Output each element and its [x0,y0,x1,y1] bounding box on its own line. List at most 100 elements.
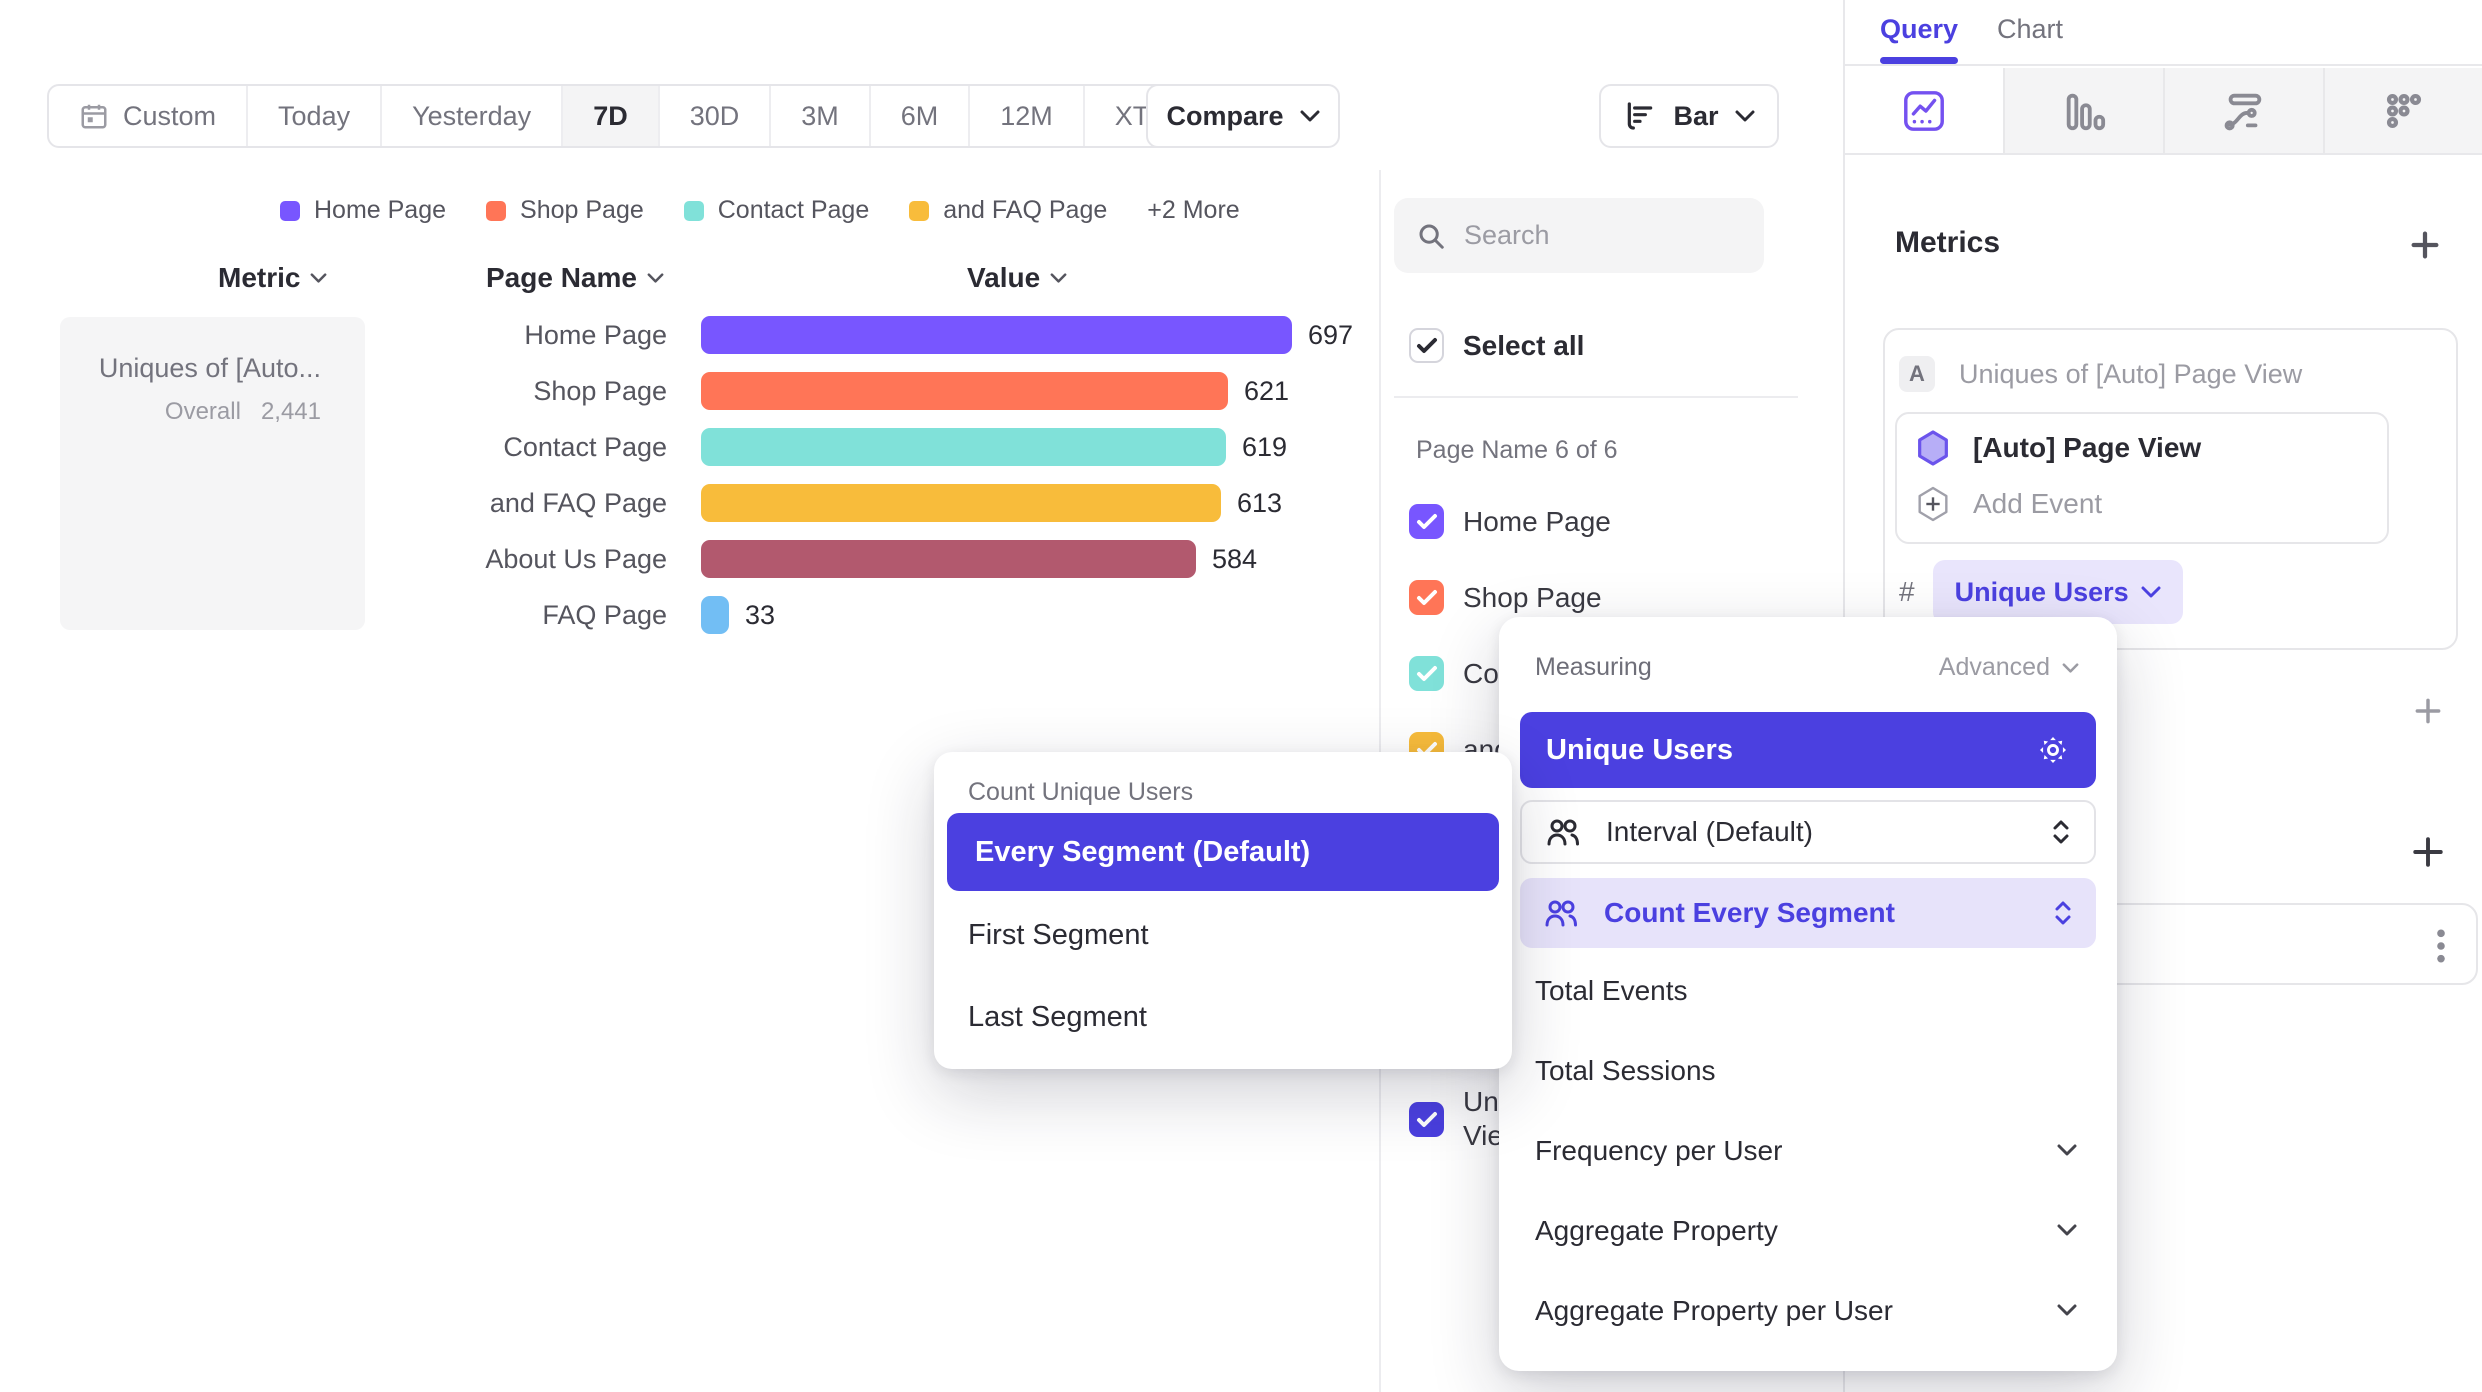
legend-swatch [684,201,704,221]
column-header-metric[interactable]: Metric [218,262,327,294]
event-row[interactable]: [Auto] Page View [1917,430,2387,466]
column-header-value[interactable]: Value [967,262,1067,294]
advanced-toggle[interactable]: Advanced [1939,653,2079,682]
select-all-checkbox[interactable] [1409,328,1444,363]
bar-and-faq-page[interactable] [701,484,1221,522]
metric-card[interactable]: A Uniques of [Auto] Page View [Auto] Pag… [1883,328,2458,650]
search-input[interactable] [1464,220,1734,251]
menu-item-total-events[interactable]: Total Events [1535,975,1688,1007]
users-icon [1544,898,1578,928]
overall-value: 2,441 [261,398,321,425]
chevron-down-icon [2057,1224,2077,1236]
row-label: FAQ Page [365,600,667,631]
table-row[interactable]: and FAQ Page 613 [365,484,1282,522]
date-range-selector: Custom Today Yesterday 7D 30D 3M 6M 12M … [47,84,1235,148]
legend-item[interactable]: Home Page [280,196,446,225]
date-range-yesterday[interactable]: Yesterday [382,86,563,146]
option-first-segment[interactable]: First Segment [968,919,1149,952]
gear-icon[interactable] [2036,733,2070,767]
add-breakdown-icon[interactable] [2410,834,2446,870]
list-item[interactable]: UniVie [1409,1085,1505,1153]
menu-item-aggregate-property[interactable]: Aggregate Property [1535,1215,1778,1247]
event-card: [Auto] Page View Add Event [1895,412,2389,544]
menu-item-frequency-per-user[interactable]: Frequency per User [1535,1135,1782,1167]
table-row[interactable]: About Us Page 584 [365,540,1257,578]
chevron-down-icon [1050,273,1067,283]
measurement-chip-label: Unique Users [1955,577,2129,608]
date-range-today[interactable]: Today [248,86,382,146]
checkbox-home-page[interactable] [1409,504,1444,539]
add-event-row[interactable]: Add Event [1917,486,2387,522]
chevron-down-icon [2057,1304,2077,1316]
select-all-label: Select all [1463,330,1584,362]
kebab-menu-icon[interactable] [2434,927,2448,965]
chevron-down-icon [647,273,664,283]
list-item[interactable]: Shop Page [1409,580,1602,615]
checkbox-shop-page[interactable] [1409,580,1444,615]
option-last-segment[interactable]: Last Segment [968,1001,1147,1034]
row-label: Contact Page [365,432,667,463]
measurement-chip[interactable]: Unique Users [1933,560,2183,624]
tab-more-apps-icon-cell[interactable] [2323,68,2482,154]
chart-type-dropdown[interactable]: Bar [1599,84,1779,148]
event-hexagon-icon [1917,430,1949,466]
date-range-label: Today [278,101,350,132]
chevron-down-icon [310,273,327,283]
legend-more[interactable]: +2 More [1147,196,1239,225]
overall-label: Overall [165,398,241,425]
checkbox-metric-item[interactable] [1409,1102,1444,1137]
tab-chart[interactable]: Chart [1997,14,2063,45]
date-range-30d[interactable]: 30D [660,86,772,146]
row-label: Shop Page [365,376,667,407]
column-header-page-name[interactable]: Page Name [486,262,664,294]
date-range-3m[interactable]: 3M [771,86,871,146]
menu-item-aggregate-property-per-user[interactable]: Aggregate Property per User [1535,1295,1893,1327]
bar-about-us-page[interactable] [701,540,1196,578]
add-filter-icon[interactable] [2412,695,2444,727]
row-label: and FAQ Page [365,488,667,519]
bar-faq-page[interactable] [701,596,729,634]
mixpanel-insights-report: Custom Today Yesterday 7D 30D 3M 6M 12M … [0,0,2482,1392]
table-row[interactable]: Home Page 697 [365,316,1353,354]
legend-label: Home Page [314,196,446,225]
select-all-row[interactable]: Select all [1409,328,1584,363]
date-range-12m[interactable]: 12M [970,86,1085,146]
bar-contact-page[interactable] [701,428,1226,466]
event-name: [Auto] Page View [1973,432,2201,464]
checkbox-contact-page[interactable] [1409,656,1444,691]
bar-home-page[interactable] [701,316,1292,354]
date-range-6m[interactable]: 6M [871,86,971,146]
date-range-7d[interactable]: 7D [563,86,660,146]
metric-letter-chip: A [1899,356,1935,392]
bar-shop-page[interactable] [701,372,1228,410]
legend-item[interactable]: Contact Page [684,196,870,225]
tab-insights-icon-cell[interactable] [1845,68,2003,154]
option-count-every-segment[interactable]: Count Every Segment [1520,878,2096,948]
chart-legend: Home Page Shop Page Contact Page and FAQ… [280,196,1240,225]
dots-grid-icon [2381,88,2427,134]
header-label: Metric [218,262,300,294]
list-item-label: Home Page [1463,506,1611,538]
tab-flows-icon-cell[interactable] [2163,68,2323,154]
option-unique-users[interactable]: Unique Users [1520,712,2096,788]
option-interval[interactable]: Interval (Default) [1520,800,2096,864]
list-item-label: Shop Page [1463,582,1602,614]
list-item[interactable]: Home Page [1409,504,1611,539]
tab-funnels-icon-cell[interactable] [2003,68,2163,154]
legend-item[interactable]: and FAQ Page [909,196,1107,225]
segment-search[interactable] [1394,198,1764,273]
menu-item-total-sessions[interactable]: Total Sessions [1535,1055,1716,1087]
option-label: Every Segment (Default) [975,836,1310,869]
legend-item[interactable]: Shop Page [486,196,644,225]
tabs-divider [1845,64,2482,66]
insights-chart-icon [1901,88,1947,134]
tab-query[interactable]: Query [1880,14,1958,64]
compare-button[interactable]: Compare [1146,84,1340,148]
table-row[interactable]: Shop Page 621 [365,372,1289,410]
option-every-segment[interactable]: Every Segment (Default) [947,813,1499,891]
date-range-custom[interactable]: Custom [49,86,248,146]
add-metric-icon[interactable] [2408,228,2442,262]
table-row[interactable]: Contact Page 619 [365,428,1287,466]
table-row[interactable]: FAQ Page 33 [365,596,775,634]
metric-summary-cell[interactable]: Uniques of [Auto... Overall2,441 [60,317,365,630]
